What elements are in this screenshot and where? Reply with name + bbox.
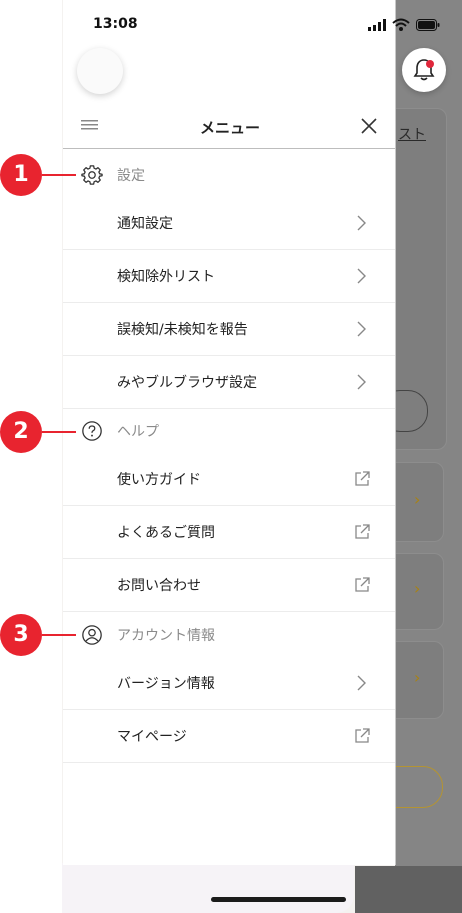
side-menu-drawer: 13:08 メニュー 設定 通知設定 検知除外リスト 誤検知/未検知を報告 みや… [63, 0, 440, 865]
menu-item-version-info[interactable]: バージョン情報 [63, 657, 395, 710]
section-label: ヘルプ [117, 424, 159, 440]
background-bottom [355, 866, 462, 913]
gear-icon [81, 165, 103, 185]
divider [63, 611, 395, 612]
bottom-safe-area [62, 863, 354, 913]
divider [63, 408, 395, 409]
section-label: アカウント情報 [117, 628, 215, 644]
notification-bell-button[interactable] [402, 48, 446, 92]
menu-item-browser-settings[interactable]: みやブルブラウザ設定 [63, 356, 395, 409]
menu-item-usage-guide[interactable]: 使い方ガイド [63, 453, 395, 506]
menu-item-label: 検知除外リスト [117, 269, 215, 285]
menu-item-faq[interactable]: よくあるご質問 [63, 506, 395, 559]
external-link-icon [355, 471, 370, 486]
chevron-right-icon [357, 374, 366, 390]
chevron-right-icon: › [414, 490, 421, 509]
annotation-badge-3: 3 [0, 614, 42, 656]
external-link-icon [355, 728, 370, 743]
status-time: 13:08 [93, 16, 138, 32]
signal-icon [368, 19, 386, 31]
menu-item-label: 誤検知/未検知を報告 [117, 322, 248, 338]
annotation-connector [42, 174, 76, 176]
chevron-right-icon: › [414, 668, 421, 687]
user-circle-icon [82, 625, 102, 645]
menu-item-label: バージョン情報 [117, 676, 215, 692]
annotation-connector [42, 431, 76, 433]
chevron-right-icon: › [414, 579, 421, 598]
section-label: 設定 [117, 168, 145, 184]
status-icons [368, 18, 448, 32]
external-link-icon [355, 577, 370, 592]
external-link-icon [355, 524, 370, 539]
menu-item-label: マイページ [117, 729, 187, 745]
annotation-connector [42, 634, 76, 636]
close-icon[interactable] [360, 117, 378, 135]
menu-item-label: みやブルブラウザ設定 [117, 375, 257, 391]
help-circle-icon [82, 421, 102, 441]
header-divider [63, 148, 395, 149]
chevron-right-icon [357, 321, 366, 337]
battery-icon [416, 19, 440, 31]
menu-item-exclusion-list[interactable]: 検知除外リスト [63, 250, 395, 303]
menu-item-label: 使い方ガイド [117, 472, 201, 488]
wifi-icon [392, 18, 410, 31]
section-settings: 設定 [63, 154, 395, 196]
section-account: アカウント情報 [63, 614, 395, 656]
menu-item-my-page[interactable]: マイページ [63, 710, 395, 763]
notification-dot [426, 60, 434, 68]
menu-item-contact[interactable]: お問い合わせ [63, 559, 395, 612]
chevron-right-icon [357, 215, 366, 231]
background-partial-text: スト [398, 127, 426, 143]
page-title: メニュー [199, 119, 260, 137]
menu-item-label: よくあるご質問 [117, 525, 215, 541]
section-help: ヘルプ [63, 410, 395, 452]
menu-item-label: お問い合わせ [117, 578, 201, 594]
divider [63, 762, 395, 763]
home-indicator [211, 897, 346, 902]
avatar[interactable] [77, 48, 123, 94]
menu-item-notification-settings[interactable]: 通知設定 [63, 197, 395, 250]
menu-item-report-detection[interactable]: 誤検知/未検知を報告 [63, 303, 395, 356]
chevron-right-icon [357, 268, 366, 284]
menu-item-label: 通知設定 [117, 216, 173, 232]
chevron-right-icon [357, 675, 366, 691]
annotation-badge-2: 2 [0, 411, 42, 453]
annotation-badge-1: 1 [0, 154, 42, 196]
